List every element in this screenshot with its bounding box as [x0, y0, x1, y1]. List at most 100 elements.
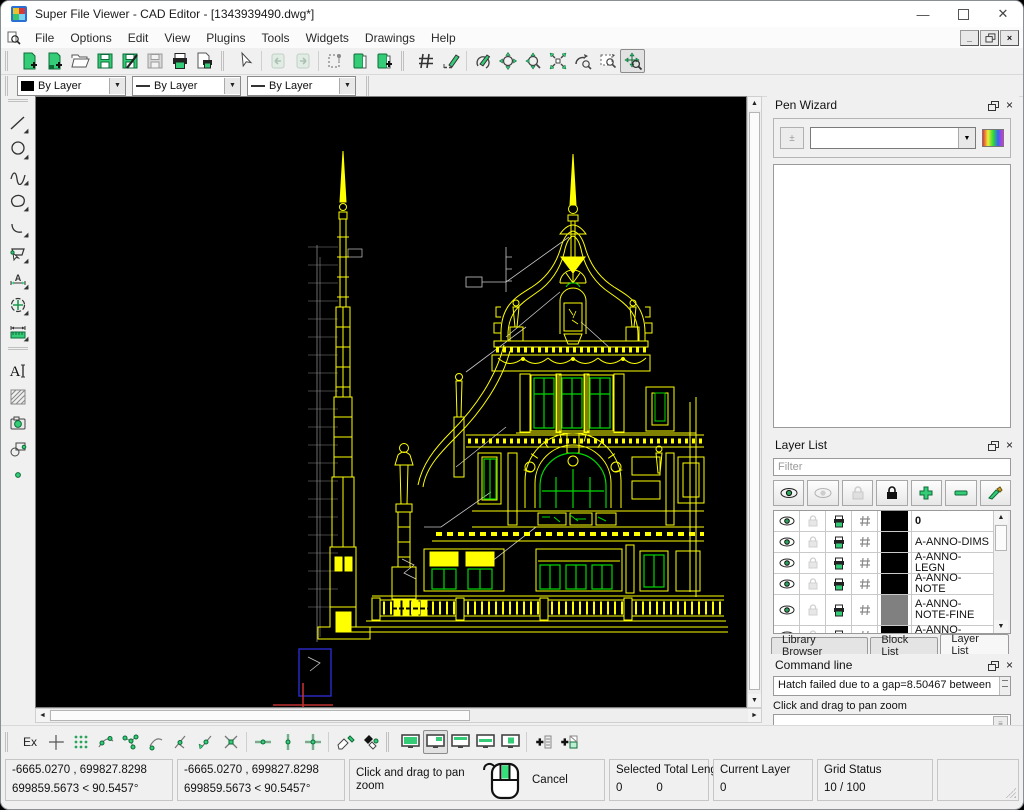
menu-item-widgets[interactable]: Widgets [298, 29, 357, 47]
canvas-vertical-scrollbar[interactable]: ▲ ▼ [747, 96, 762, 708]
new-view-button[interactable] [347, 49, 372, 73]
image-tool-button[interactable] [5, 410, 31, 436]
tab-block-list[interactable]: Block List [870, 637, 938, 654]
rotate-view-button[interactable] [470, 49, 495, 73]
close-panel-icon[interactable]: × [1006, 440, 1013, 450]
shape-tool-button[interactable] [5, 436, 31, 462]
scroll-down-arrow[interactable]: ▼ [748, 694, 761, 707]
toolbar-grip[interactable] [8, 347, 28, 355]
menu-item-options[interactable]: Options [62, 29, 119, 47]
toolbar-grip[interactable] [5, 51, 13, 71]
layer-lock-icon[interactable] [800, 626, 826, 634]
snap-grid-button[interactable] [68, 730, 93, 754]
layer-wizard-button[interactable] [980, 480, 1011, 506]
find-icon[interactable] [7, 31, 21, 45]
layer-hash-icon[interactable] [852, 553, 878, 573]
layer-hash-icon[interactable] [852, 574, 878, 594]
pen-wizard-pin-button[interactable]: ± [780, 127, 804, 149]
new-view-add-button[interactable] [372, 49, 397, 73]
mdi-minimize-button[interactable]: _ [960, 30, 979, 46]
toolbar-grip[interactable] [8, 99, 28, 107]
text-tool-button[interactable]: A [5, 358, 31, 384]
center-mark-tool-button[interactable] [5, 292, 31, 318]
layer-visible-eye-icon[interactable] [774, 532, 800, 552]
minimize-button[interactable]: — [903, 1, 943, 27]
maximize-button[interactable] [943, 1, 983, 27]
scroll-up-arrow[interactable]: ▲ [748, 97, 761, 110]
save-button[interactable] [92, 49, 117, 73]
arc-tool-button[interactable] [5, 214, 31, 240]
snap-extension-button[interactable] [193, 730, 218, 754]
layer-print-icon[interactable] [826, 511, 852, 531]
layer-visible-eye-icon[interactable] [774, 626, 800, 634]
layer-lock-icon[interactable] [800, 511, 826, 531]
layer-lock-icon[interactable] [800, 595, 826, 625]
tab-library-browser[interactable]: Library Browser [771, 637, 868, 654]
drawing-canvas[interactable] [35, 96, 747, 708]
close-panel-icon[interactable]: × [1006, 660, 1013, 670]
measure-tool-button[interactable] [5, 318, 31, 344]
zoom-extents-button[interactable] [545, 49, 570, 73]
layer-filter-input[interactable]: Filter [773, 458, 1011, 476]
hide-all-layers-button[interactable] [807, 480, 838, 506]
float-panel-icon[interactable] [988, 441, 998, 450]
ex-button[interactable]: Ex [17, 730, 43, 754]
zoom-dynamic-button[interactable] [495, 49, 520, 73]
add-layout-button[interactable] [555, 730, 580, 754]
menu-item-edit[interactable]: Edit [120, 29, 157, 47]
toolbar-grip[interactable] [386, 732, 394, 752]
pen-snap-light-button[interactable] [332, 730, 357, 754]
toolbar-grip[interactable] [5, 732, 13, 752]
line-tool-button[interactable] [5, 110, 31, 136]
dimension-text-tool-button[interactable]: A [5, 266, 31, 292]
menu-item-plugins[interactable]: Plugins [198, 29, 253, 47]
track-vertical-button[interactable] [275, 730, 300, 754]
layer-color-swatch[interactable] [878, 574, 912, 594]
draft-mode-button[interactable] [438, 49, 463, 73]
toolbar-grip[interactable] [401, 51, 409, 71]
add-layer-button[interactable] [911, 480, 942, 506]
save-as-button[interactable] [117, 49, 142, 73]
snap-intersection-button[interactable] [218, 730, 243, 754]
lock-all-layers-button[interactable] [876, 480, 907, 506]
scroll-left-arrow[interactable]: ◄ [36, 709, 49, 722]
layer-print-icon[interactable] [826, 595, 852, 625]
scroll-right-arrow[interactable]: ► [748, 709, 761, 722]
layer-visible-eye-icon[interactable] [774, 574, 800, 594]
remove-layer-button[interactable] [945, 480, 976, 506]
point-tool-button[interactable] [5, 462, 31, 488]
view-window-button[interactable] [423, 730, 448, 754]
layer-color-swatch[interactable] [878, 511, 912, 531]
command-history[interactable]: Hatch failed due to a gap=8.50467 betwee… [773, 676, 1011, 696]
layer-row[interactable]: A-ANNO-DIMS [774, 532, 994, 553]
layer-lock-icon[interactable] [800, 574, 826, 594]
layer-name[interactable]: A-ANNO-LEGN [912, 553, 994, 573]
scroll-up-arrow[interactable]: ▲ [994, 511, 1008, 524]
layer-name[interactable]: 0 [912, 511, 994, 531]
zoom-window-button[interactable] [595, 49, 620, 73]
color-palette-button[interactable] [982, 129, 1004, 147]
show-all-layers-button[interactable] [773, 480, 804, 506]
grid-toggle-button[interactable] [413, 49, 438, 73]
layer-row[interactable]: A-ANNO-LEGN [774, 553, 994, 574]
layer-name[interactable]: A-ANNO-DIMS [912, 532, 994, 552]
layer-print-icon[interactable] [826, 532, 852, 552]
hatch-tool-button[interactable] [5, 384, 31, 410]
scroll-down-arrow[interactable]: ▼ [994, 620, 1008, 633]
mdi-restore-button[interactable] [980, 30, 999, 46]
snap-crosshair-button[interactable] [43, 730, 68, 754]
ellipse-tool-button[interactable] [5, 188, 31, 214]
pan-zoom-button[interactable] [620, 49, 645, 73]
layer-lock-icon[interactable] [800, 553, 826, 573]
redo-button[interactable] [290, 49, 315, 73]
layer-name[interactable]: A-ANNO-NOTE-FINE [912, 595, 994, 625]
snap-perpendicular-button[interactable] [168, 730, 193, 754]
layer-visible-eye-icon[interactable] [774, 595, 800, 625]
snap-node-button[interactable] [118, 730, 143, 754]
layer-row[interactable]: 0 [774, 511, 994, 532]
print-button[interactable] [167, 49, 192, 73]
layer-hash-icon[interactable] [852, 511, 878, 531]
pen-wizard-combo[interactable]: ▼ [810, 127, 976, 149]
lineweight-combo[interactable]: By Layer ▼ [247, 76, 356, 96]
spline-tool-button[interactable] [5, 162, 31, 188]
